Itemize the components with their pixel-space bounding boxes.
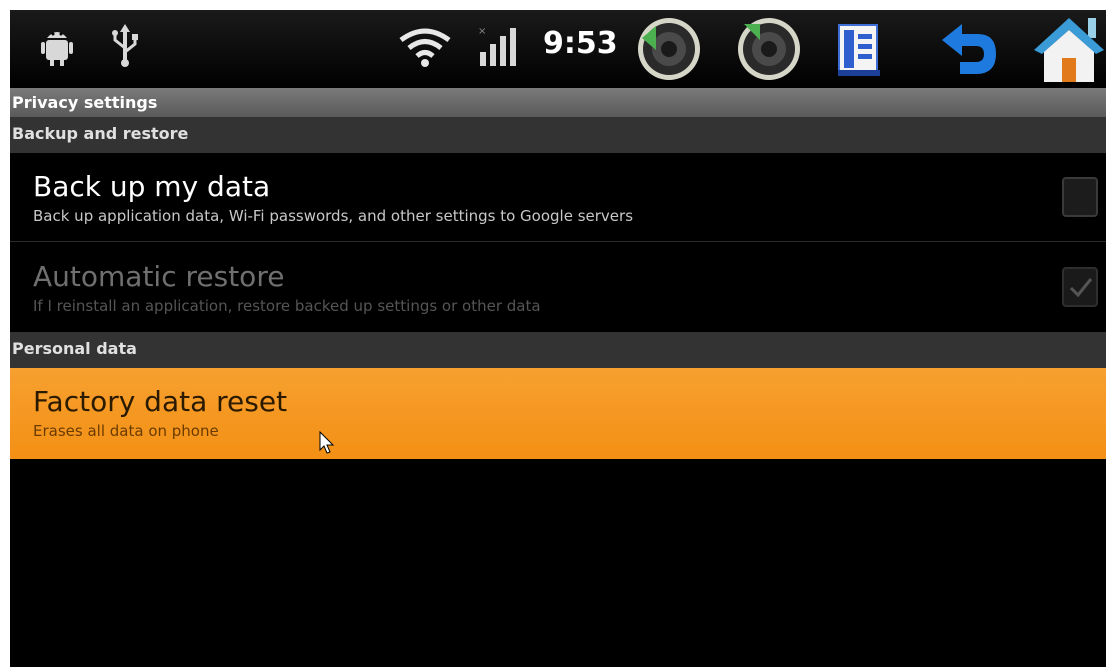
menu-icon[interactable] (836, 20, 882, 80)
pref-summary: If I reinstall an application, restore b… (33, 297, 541, 315)
pref-title: Back up my data (33, 170, 271, 203)
screen: × 9:53 Privacy settings Backup and resto… (10, 10, 1106, 667)
wifi-icon (398, 28, 452, 68)
pref-title: Factory data reset (33, 385, 288, 418)
backup-checkbox[interactable] (1062, 177, 1098, 217)
signal-icon: × (478, 24, 518, 68)
volume-down-icon[interactable] (636, 16, 702, 82)
pref-summary: Back up application data, Wi-Fi password… (33, 207, 634, 225)
mouse-cursor-icon (319, 430, 335, 455)
category-label: Backup and restore (12, 124, 189, 143)
usb-icon (110, 22, 140, 68)
svg-text:×: × (478, 26, 486, 37)
checkmark-icon (1069, 278, 1093, 298)
pref-factory-data-reset[interactable]: Factory data reset Erases all data on ph… (10, 368, 1106, 459)
category-label: Personal data (12, 339, 137, 358)
pref-title: Automatic restore (33, 260, 285, 293)
pref-summary: Erases all data on phone (33, 422, 219, 440)
android-debug-icon (40, 24, 74, 68)
home-icon[interactable] (1032, 12, 1106, 84)
restore-checkbox[interactable] (1062, 267, 1098, 307)
category-header-backup: Backup and restore (10, 117, 1106, 153)
status-clock: 9:53 (543, 26, 618, 61)
back-icon[interactable] (938, 22, 1000, 78)
pref-backup-my-data[interactable]: Back up my data Back up application data… (10, 153, 1106, 242)
volume-up-icon[interactable] (736, 16, 802, 82)
page-title: Privacy settings (12, 93, 158, 112)
pref-automatic-restore[interactable]: Automatic restore If I reinstall an appl… (10, 243, 1106, 332)
category-header-personal: Personal data (10, 332, 1106, 368)
status-bar: × 9:53 (10, 10, 1106, 88)
title-bar: Privacy settings (10, 88, 1106, 117)
